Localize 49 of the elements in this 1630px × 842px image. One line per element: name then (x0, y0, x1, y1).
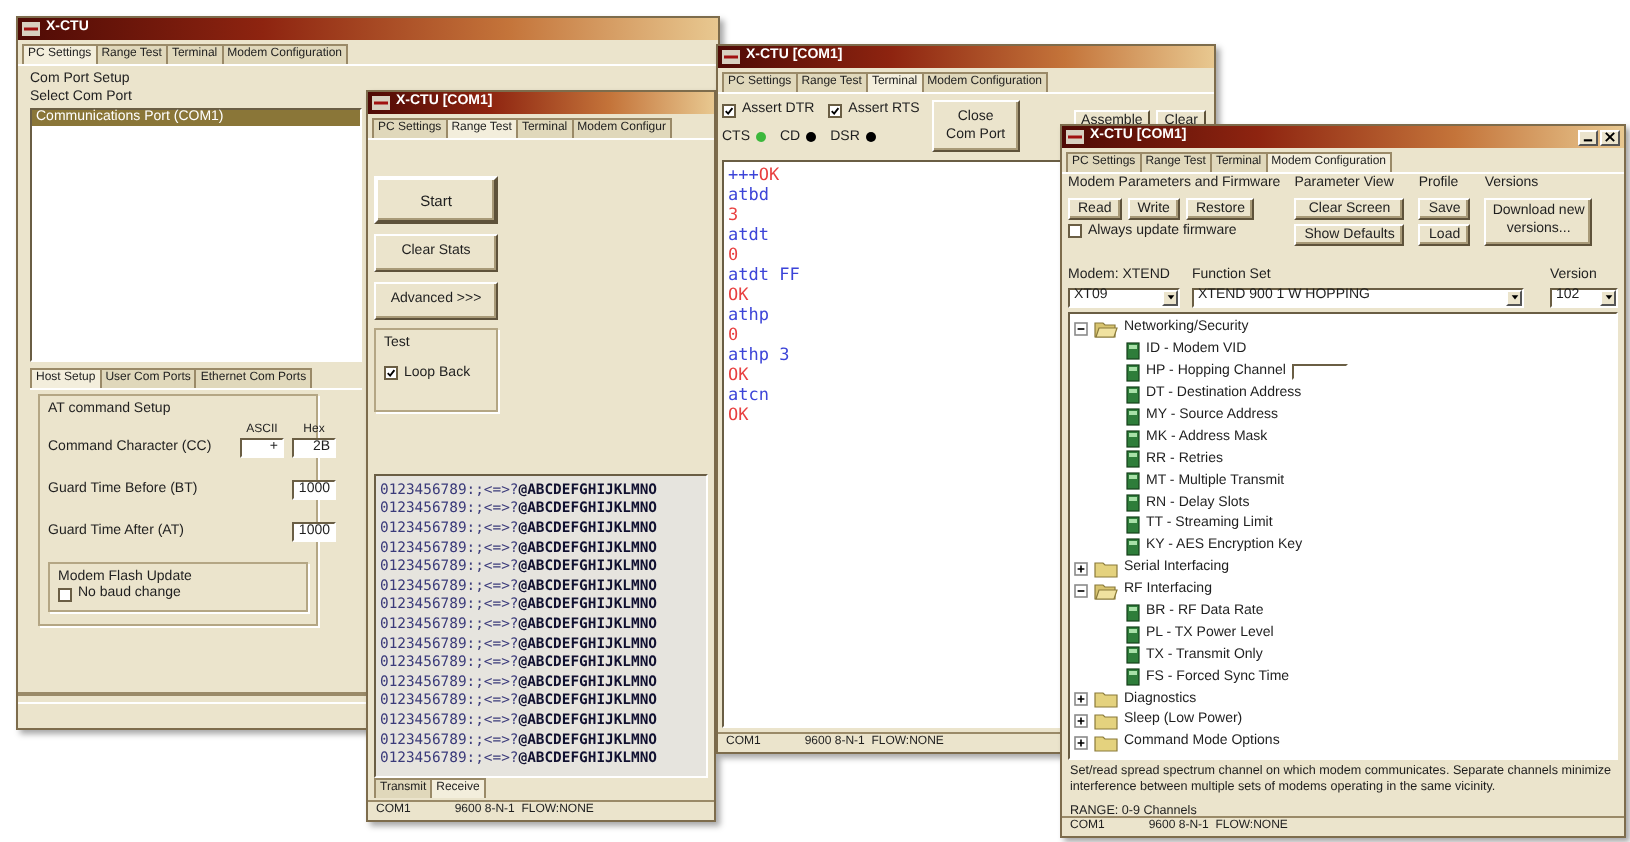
terminal-text: atdt FF (728, 266, 800, 287)
parameter-icon (1126, 407, 1140, 426)
terminal-text: atcn (728, 386, 769, 407)
plus-icon[interactable] (1074, 736, 1088, 751)
minus-icon[interactable] (1074, 583, 1088, 598)
caret-icon (1506, 289, 1522, 306)
terminal-text: 0 (728, 246, 739, 267)
terminal-text: atbd (728, 186, 769, 207)
plus-icon[interactable] (1074, 692, 1088, 707)
app-icon (1066, 130, 1084, 144)
parameter-icon (1126, 538, 1140, 557)
minimize-button[interactable] (1578, 129, 1598, 145)
parameter-icon (1126, 668, 1140, 687)
terminal-text: OK (728, 286, 749, 307)
folder-icon (1094, 690, 1118, 709)
parameter-icon (1126, 494, 1140, 513)
app-icon (722, 50, 740, 64)
terminal-text: atdt (728, 226, 769, 247)
caret-icon (1162, 289, 1178, 306)
folder-icon (1094, 712, 1118, 731)
close-button[interactable] (1600, 129, 1620, 145)
minus-icon[interactable] (1074, 322, 1088, 337)
terminal-text: OK (728, 366, 749, 387)
folder-icon (1094, 559, 1118, 578)
terminal-text: OK (728, 406, 749, 427)
parameter-icon (1126, 603, 1140, 622)
terminal-text: athp 3 (728, 346, 790, 367)
terminal-text: 0 (728, 326, 739, 347)
parameter-icon (1126, 472, 1140, 491)
parameter-icon (1126, 516, 1140, 535)
app-icon (372, 96, 390, 110)
checkbox[interactable] (1068, 224, 1082, 239)
folder-icon (1094, 320, 1118, 339)
plus-icon[interactable] (1074, 714, 1088, 729)
caret-icon (1600, 289, 1616, 306)
plus-icon[interactable] (1074, 561, 1088, 576)
checkbox[interactable] (828, 103, 843, 118)
terminal-text: +++ (728, 166, 759, 187)
checkbox[interactable] (384, 366, 398, 381)
close-icon (1604, 132, 1616, 142)
terminal-text: athp (728, 306, 769, 327)
checkbox[interactable] (722, 103, 736, 118)
checkbox[interactable] (58, 587, 72, 602)
folder-icon (1094, 734, 1118, 753)
parameter-icon (1126, 385, 1140, 404)
folder-icon (1094, 581, 1118, 600)
app-icon (22, 22, 40, 36)
terminal-text: OK (758, 166, 780, 187)
terminal-text: 3 (728, 206, 739, 227)
